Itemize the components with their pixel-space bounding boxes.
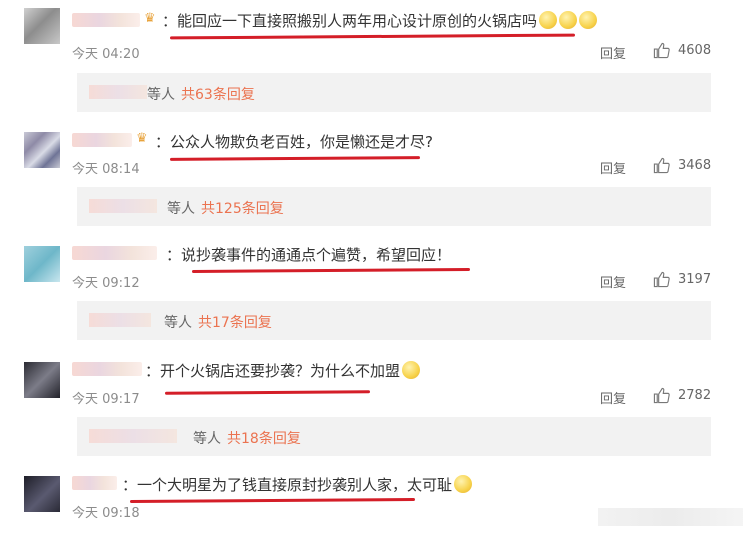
username-blurred[interactable] bbox=[72, 362, 142, 376]
comment-text: ：说抄袭事件的通通点个遍赞，希望回应！ bbox=[166, 246, 452, 264]
reply-count-link[interactable]: 共63条回复 bbox=[181, 84, 255, 104]
comment-text: ：一个大明星为了钱直接原封抄袭别人家，太可耻 bbox=[122, 474, 473, 495]
smile-emoji-icon bbox=[539, 11, 558, 29]
avatar[interactable] bbox=[24, 246, 60, 282]
reply-users-blurred bbox=[89, 429, 177, 443]
red-underline bbox=[191, 268, 471, 273]
reply-summary[interactable]: 等人 共17条回复 bbox=[77, 301, 711, 340]
red-underline bbox=[164, 390, 371, 395]
reply-button[interactable]: 回复 bbox=[600, 388, 626, 407]
reply-button[interactable]: 回复 bbox=[600, 158, 626, 177]
reply-button[interactable]: 回复 bbox=[600, 272, 626, 291]
thumbs-up-icon[interactable] bbox=[653, 42, 670, 59]
reply-users-blurred bbox=[89, 85, 147, 99]
like-count: 2782 bbox=[678, 388, 712, 403]
reply-count-link[interactable]: 共17条回复 bbox=[198, 312, 272, 332]
reply-suffix: 等人 bbox=[164, 315, 192, 331]
like-count: 3468 bbox=[678, 158, 712, 173]
comment-text: ：能回应一下直接照搬别人两年用心设计原创的火锅店吗 bbox=[162, 10, 598, 31]
reply-summary[interactable]: 等人 共125条回复 bbox=[77, 187, 711, 226]
crown-badge-icon: ♛ bbox=[136, 131, 148, 146]
thumbs-up-icon[interactable] bbox=[653, 271, 670, 288]
username-blurred[interactable] bbox=[72, 133, 132, 147]
comment-1: ♛ ：能回应一下直接照搬别人两年用心设计原创的火锅店吗 今天 04:20 回复 … bbox=[0, 0, 750, 115]
avatar[interactable] bbox=[24, 8, 60, 44]
watermark-blurred bbox=[598, 508, 743, 526]
smile-emoji-icon bbox=[454, 475, 473, 493]
timestamp: 今天 09:17 bbox=[72, 392, 140, 407]
reply-users-blurred bbox=[89, 199, 157, 213]
reply-summary[interactable]: 等人 共18条回复 bbox=[77, 417, 711, 456]
smile-emoji-icon bbox=[579, 11, 598, 29]
timestamp: 今天 09:12 bbox=[72, 276, 140, 291]
reply-button[interactable]: 回复 bbox=[600, 43, 626, 62]
username-blurred[interactable] bbox=[72, 246, 157, 260]
comment-2: ♛ ：公众人物欺负老百姓，你是懒还是才尽? 今天 08:14 回复 3468 等… bbox=[0, 124, 750, 239]
timestamp: 今天 08:14 bbox=[72, 162, 140, 177]
comment-text: ：开个火锅店还要抄袭？为什么不加盟 bbox=[145, 360, 421, 381]
reply-summary[interactable]: 等人 共63条回复 bbox=[77, 73, 711, 112]
like-count: 3197 bbox=[678, 272, 712, 287]
avatar[interactable] bbox=[24, 132, 60, 168]
reply-suffix: 等人 bbox=[147, 87, 175, 103]
timestamp: 今天 04:20 bbox=[72, 47, 140, 62]
red-underline bbox=[169, 156, 421, 161]
red-underline bbox=[169, 33, 576, 40]
reply-count-link[interactable]: 共125条回复 bbox=[201, 198, 284, 218]
avatar[interactable] bbox=[24, 476, 60, 512]
timestamp: 今天 09:18 bbox=[72, 506, 140, 521]
comment-4: ：开个火锅店还要抄袭？为什么不加盟 今天 09:17 回复 2782 等人 共1… bbox=[0, 354, 750, 469]
reply-suffix: 等人 bbox=[193, 431, 221, 447]
smile-emoji-icon bbox=[559, 11, 578, 29]
username-blurred[interactable] bbox=[72, 476, 117, 490]
crown-badge-icon: ♛ bbox=[144, 11, 156, 26]
reply-count-link[interactable]: 共18条回复 bbox=[227, 428, 301, 448]
username-blurred[interactable] bbox=[72, 13, 140, 27]
comment-text: ：公众人物欺负老百姓，你是懒还是才尽? bbox=[155, 133, 433, 151]
red-underline bbox=[129, 498, 416, 503]
reply-suffix: 等人 bbox=[167, 201, 195, 217]
comment-3: ：说抄袭事件的通通点个遍赞，希望回应！ 今天 09:12 回复 3197 等人 … bbox=[0, 238, 750, 353]
thumbs-up-icon[interactable] bbox=[653, 157, 670, 174]
like-count: 4608 bbox=[678, 43, 712, 58]
reply-users-blurred bbox=[89, 313, 151, 327]
smile-emoji-icon bbox=[402, 361, 421, 379]
thumbs-up-icon[interactable] bbox=[653, 387, 670, 404]
avatar[interactable] bbox=[24, 362, 60, 398]
